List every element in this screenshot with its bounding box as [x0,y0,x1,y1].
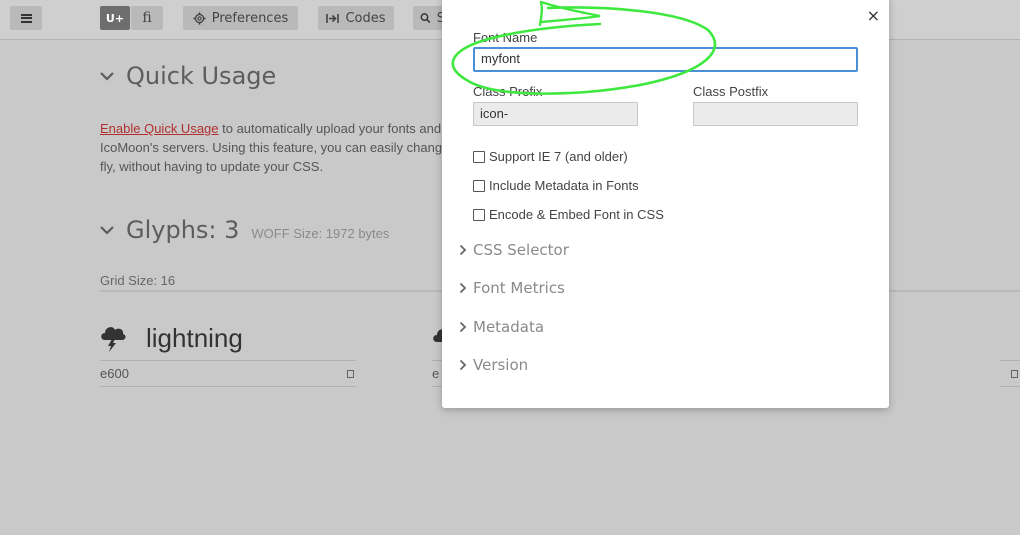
glyph-card[interactable]: lightning e600 [100,320,356,387]
codes-button[interactable]: Codes [318,6,394,30]
font-preferences-dialog: × Font Name myfont Class Prefix icon- Cl… [442,0,889,408]
preferences-label: Preferences [211,10,289,26]
glyph-code: e600 [100,366,129,381]
close-icon[interactable]: × [867,6,880,25]
include-metadata-checkbox-row[interactable]: Include Metadata in Fonts [473,178,639,193]
class-postfix-input[interactable] [693,102,858,126]
chevron-down-icon [100,72,114,81]
unicode-toggle-button[interactable]: U+ [100,6,130,30]
class-postfix-label: Class Postfix [693,84,769,99]
woff-size: WOFF Size: 1972 bytes [251,226,390,241]
embed-font-checkbox-row[interactable]: Encode & Embed Font in CSS [473,207,664,222]
version-label: Version [473,356,529,374]
lightning-cloud-icon [101,327,126,352]
metadata-section[interactable]: Metadata [459,318,544,336]
embed-font-label: Encode & Embed Font in CSS [489,207,664,222]
quick-usage-line2: IcoMoon's servers. Using this feature, y… [100,140,450,155]
preferences-button[interactable]: Preferences [183,6,298,30]
class-prefix-input[interactable]: icon- [473,102,638,126]
chevron-down-icon [100,226,114,235]
quick-usage-description: Enable Quick Usage to automatically uplo… [100,119,450,176]
quick-usage-header[interactable]: Quick Usage [100,62,276,90]
css-selector-section[interactable]: CSS Selector [459,241,569,259]
chevron-right-icon [459,321,467,333]
font-name-label: Font Name [473,30,538,45]
enable-quick-usage-link[interactable]: Enable Quick Usage [100,121,219,136]
glyph-name: lightning [146,322,243,353]
quick-usage-line1: to automatically upload your fonts and [218,121,442,136]
chevron-right-icon [459,282,467,294]
menu-button[interactable] [10,6,42,30]
support-ie7-label: Support IE 7 (and older) [489,149,628,164]
glyphs-header[interactable]: Glyphs: 3 WOFF Size: 1972 bytes [100,216,389,244]
chevron-right-icon [459,359,467,371]
code-arrow-icon [326,13,340,23]
copy-icon[interactable] [1011,369,1018,378]
search-button[interactable]: S [413,6,445,30]
gear-icon [193,11,206,25]
metadata-label: Metadata [473,318,545,336]
version-section[interactable]: Version [459,356,528,374]
support-ie7-checkbox-row[interactable]: Support IE 7 (and older) [473,149,628,164]
codes-label: Codes [345,10,386,26]
include-metadata-label: Include Metadata in Fonts [489,178,639,193]
grid-size-label: Grid Size: 16 [100,273,176,288]
copy-icon[interactable] [347,369,354,378]
font-name-input[interactable]: myfont [473,47,858,72]
chevron-right-icon [459,244,467,256]
ligature-toggle-button[interactable]: fi [131,6,163,30]
glyph-card[interactable] [1000,320,1020,387]
quick-usage-heading: Quick Usage [126,62,277,90]
css-selector-label: CSS Selector [473,241,569,259]
font-metrics-section[interactable]: Font Metrics [459,279,565,297]
glyph-code: e [432,366,440,381]
support-ie7-checkbox[interactable] [473,150,485,163]
glyphs-heading: Glyphs: 3 [126,216,240,244]
include-metadata-checkbox[interactable] [473,179,485,192]
embed-font-checkbox[interactable] [473,208,485,221]
font-metrics-label: Font Metrics [473,279,565,297]
search-icon [420,13,431,24]
class-prefix-label: Class Prefix [473,84,543,99]
quick-usage-line3: fly, without having to update your CSS. [100,159,324,174]
hamburger-icon [20,13,32,23]
